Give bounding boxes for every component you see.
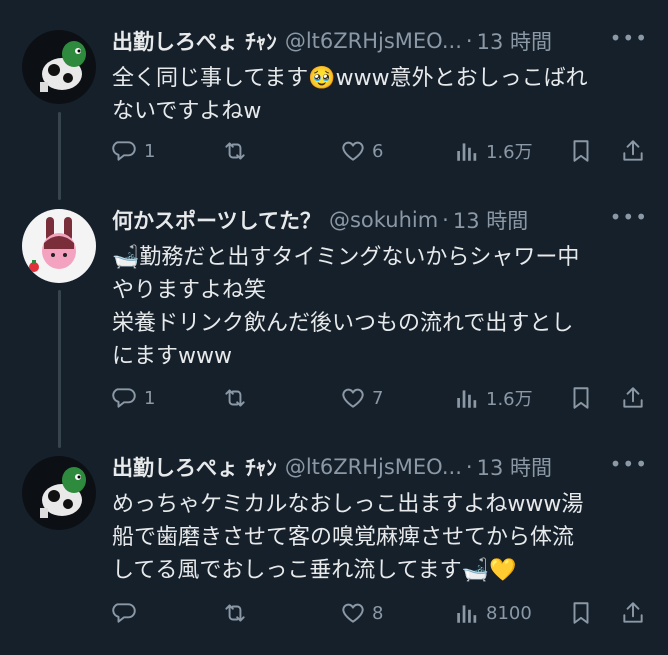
bookmark-icon bbox=[573, 140, 589, 162]
like-button[interactable]: 6 bbox=[340, 136, 383, 166]
views-button[interactable]: 1.6万 bbox=[454, 383, 533, 413]
retweet-button[interactable] bbox=[222, 598, 254, 628]
timestamp[interactable]: 13 時間 bbox=[477, 452, 552, 482]
like-icon bbox=[342, 388, 364, 408]
share-icon bbox=[623, 140, 643, 161]
reply-icon bbox=[112, 141, 136, 161]
user-handle[interactable]: @lt6ZRHjsMEO... bbox=[285, 29, 462, 53]
separator-dot: · bbox=[465, 29, 473, 53]
bookmark-button[interactable] bbox=[568, 383, 594, 413]
tweet-text-line: にますwww bbox=[112, 344, 232, 369]
separator-dot: · bbox=[442, 208, 449, 232]
tweet-text-line: やりますよね笑 bbox=[112, 278, 267, 303]
tweet-header: 何かスポーツしてた？ @sokuhim · 13 時間 bbox=[112, 203, 652, 237]
avatar[interactable] bbox=[22, 30, 96, 104]
retweet-icon bbox=[225, 142, 245, 160]
like-button[interactable]: 7 bbox=[340, 383, 383, 413]
reply-thread: 出勤しろぺょ ﾁｬﾝ @lt6ZRHjsMEO... · 13 時間 ••• 全… bbox=[0, 0, 668, 655]
retweet-icon bbox=[225, 389, 245, 407]
tweet-text-line: 全く同じ事してます🥹www意外とおしっこばれ bbox=[112, 66, 588, 91]
views-icon bbox=[457, 605, 477, 623]
bookmark-button[interactable] bbox=[568, 136, 594, 166]
display-name[interactable]: 出勤しろぺょ ﾁｬﾝ bbox=[112, 452, 277, 482]
tweet-text: めっちゃケミカルなおしっこ出ますよねwww湯 船で歯磨きさせて客の嗅覚麻痺させて… bbox=[112, 488, 642, 587]
share-icon bbox=[623, 602, 643, 623]
like-count: 8 bbox=[372, 602, 384, 624]
bookmark-icon bbox=[573, 387, 589, 409]
tweet-header: 出勤しろぺょ ﾁｬﾝ @lt6ZRHjsMEO... · 13 時間 bbox=[112, 450, 652, 484]
more-options-icon[interactable]: ••• bbox=[610, 205, 648, 229]
avatar[interactable] bbox=[22, 209, 96, 283]
tweet-text-line: めっちゃケミカルなおしっこ出ますよねwww湯 bbox=[112, 492, 584, 517]
reply-button[interactable] bbox=[112, 598, 144, 628]
share-icon bbox=[623, 387, 643, 408]
retweet-icon bbox=[225, 604, 245, 622]
timestamp[interactable]: 13 時間 bbox=[477, 26, 552, 56]
tweet-actions: 8 8100 bbox=[112, 598, 652, 628]
more-options-icon[interactable]: ••• bbox=[610, 26, 648, 50]
reply-count: 1 bbox=[144, 140, 156, 162]
share-button[interactable] bbox=[620, 136, 646, 166]
reply-button[interactable]: 1 bbox=[112, 383, 155, 413]
tweet-text-line: 船で歯磨きさせて客の嗅覚麻痺させてから体流 bbox=[112, 525, 575, 550]
tweet-actions: 1 7 1.6万 bbox=[112, 383, 652, 413]
views-button[interactable]: 1.6万 bbox=[454, 136, 533, 166]
tweet[interactable]: 出勤しろぺょ ﾁｬﾝ @lt6ZRHjsMEO... · 13 時間 ••• 全… bbox=[0, 24, 668, 184]
like-count: 7 bbox=[372, 387, 384, 409]
reply-icon bbox=[112, 603, 136, 623]
user-handle[interactable]: @lt6ZRHjsMEO... bbox=[285, 455, 462, 479]
reply-count: 1 bbox=[144, 387, 156, 409]
tweet-text-line: 栄養ドリンク飲んだ後いつもの流れで出すとし bbox=[112, 311, 574, 336]
tweet-text: 全く同じ事してます🥹www意外とおしっこばれ ないですよねw bbox=[112, 62, 642, 128]
bookmark-button[interactable] bbox=[568, 598, 594, 628]
more-options-icon[interactable]: ••• bbox=[610, 452, 648, 476]
like-count: 6 bbox=[372, 140, 384, 162]
views-icon bbox=[457, 390, 477, 408]
like-button[interactable]: 8 bbox=[340, 598, 383, 628]
timestamp[interactable]: 13 時間 bbox=[453, 205, 528, 235]
tweet-text-line: してる風でおしっこ垂れ流してます🛁💛 bbox=[112, 558, 517, 583]
tweet-text: 🛁勤務だと出すタイミングないからシャワー中 やりますよね笑 栄養ドリンク飲んだ後… bbox=[112, 241, 642, 373]
reply-button[interactable]: 1 bbox=[112, 136, 155, 166]
views-button[interactable]: 8100 bbox=[454, 598, 532, 628]
tweet[interactable]: 出勤しろぺょ ﾁｬﾝ @lt6ZRHjsMEO... · 13 時間 ••• め… bbox=[0, 450, 668, 650]
view-count: 1.6万 bbox=[486, 142, 533, 163]
separator-dot: · bbox=[465, 455, 473, 479]
reply-icon bbox=[112, 388, 136, 408]
tweet-header: 出勤しろぺょ ﾁｬﾝ @lt6ZRHjsMEO... · 13 時間 bbox=[112, 24, 652, 58]
share-button[interactable] bbox=[620, 383, 646, 413]
tweet-actions: 1 6 1.6万 bbox=[112, 136, 652, 166]
view-count: 8100 bbox=[486, 602, 532, 624]
retweet-button[interactable] bbox=[222, 383, 254, 413]
bookmark-icon bbox=[573, 602, 589, 624]
share-button[interactable] bbox=[620, 598, 646, 628]
retweet-button[interactable] bbox=[222, 136, 254, 166]
like-icon bbox=[342, 141, 364, 161]
tweet[interactable]: 何かスポーツしてた？ @sokuhim · 13 時間 ••• 🛁勤務だと出すタ… bbox=[0, 203, 668, 443]
display-name[interactable]: 出勤しろぺょ ﾁｬﾝ bbox=[112, 26, 277, 56]
avatar[interactable] bbox=[22, 456, 96, 530]
display-name[interactable]: 何かスポーツしてた？ bbox=[112, 205, 321, 235]
view-count: 1.6万 bbox=[486, 389, 533, 410]
tweet-text-line: 🛁勤務だと出すタイミングないからシャワー中 bbox=[112, 245, 580, 270]
tweet-text-line: ないですよねw bbox=[112, 99, 262, 124]
user-handle[interactable]: @sokuhim bbox=[329, 208, 438, 232]
like-icon bbox=[342, 603, 364, 623]
views-icon bbox=[457, 143, 477, 161]
